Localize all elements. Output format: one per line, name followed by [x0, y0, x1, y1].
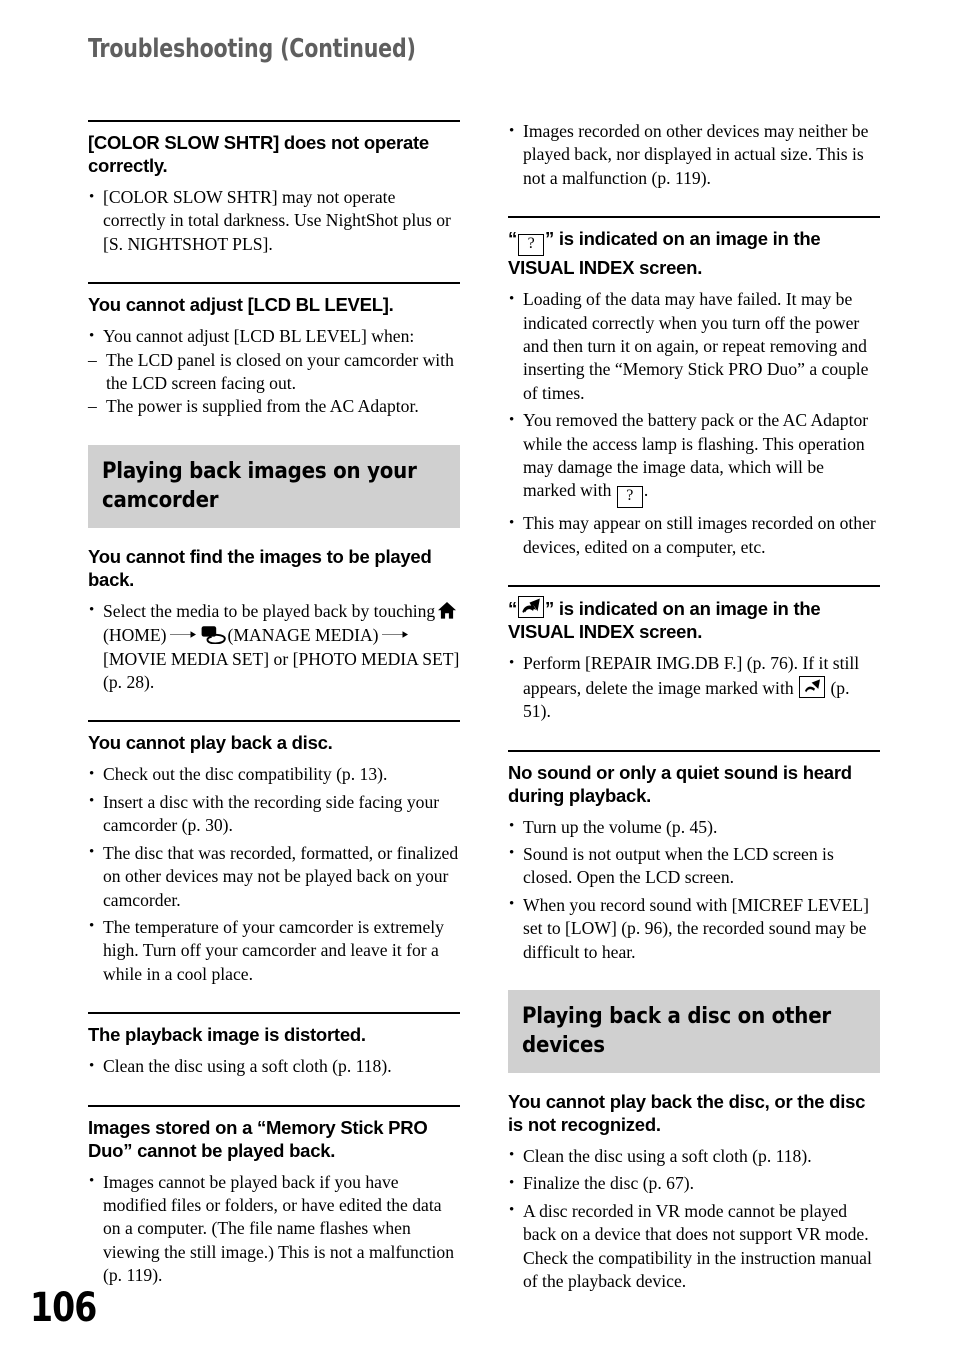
bullet-pre-text: You removed the battery pack or the AC A… — [523, 410, 869, 501]
question-heading: You cannot play back a disc. — [88, 732, 333, 754]
section-divider — [88, 1012, 460, 1015]
section-banner-playing-back-disc-other-devices: Playing back a disc on other devices — [508, 989, 880, 1073]
section-cannot-find-images: You cannot find the images to be played … — [88, 545, 460, 695]
list-item: You removed the battery pack or the AC A… — [508, 409, 880, 509]
section-repair-arrow-indicator: “” is indicated on an image in the VISUA… — [508, 585, 880, 723]
page-number: 106 — [30, 1285, 97, 1331]
heading-suffix: ” is indicated on an image in the VISUAL… — [508, 598, 821, 643]
bullet-list: Clean the disc using a soft cloth (p. 11… — [508, 1144, 880, 1294]
section-banner-playing-back-images: Playing back images on your camcorder — [88, 444, 460, 528]
list-item: [COLOR SLOW SHTR] may not operate correc… — [88, 185, 460, 256]
section-divider — [508, 749, 880, 752]
list-item: Turn up the volume (p. 45). — [508, 815, 880, 839]
question-heading: No sound or only a quiet sound is heard … — [508, 761, 852, 806]
bullet-list: You cannot adjust [LCD BL LEVEL] when: — [88, 325, 460, 349]
list-item: Images recorded on other devices may nei… — [508, 119, 880, 190]
list-item: This may appear on still images recorded… — [508, 512, 880, 559]
list-item: The LCD panel is closed on your camcorde… — [88, 349, 460, 396]
question-mark-glyph: ? — [527, 235, 535, 253]
list-item: Select the media to be played back by to… — [88, 599, 460, 695]
bullet-list: Images cannot be played back if you have… — [88, 1170, 460, 1288]
list-item: Clean the disc using a soft cloth (p. 11… — [88, 1055, 460, 1079]
section-divider — [508, 216, 880, 219]
list-item: The power is supplied from the AC Adapto… — [88, 395, 460, 419]
bullet-list: Images recorded on other devices may nei… — [508, 119, 880, 190]
bullet-list: Clean the disc using a soft cloth (p. 11… — [88, 1055, 460, 1079]
home-icon — [437, 601, 457, 620]
list-item: The disc that was recorded, formatted, o… — [88, 841, 460, 912]
list-item: Finalize the disc (p. 67). — [508, 1172, 880, 1196]
question-heading: “?” is indicated on an image in the VISU… — [508, 227, 880, 279]
section-playback-image-distorted: The playback image is distorted. Clean t… — [88, 1012, 460, 1078]
section-cannot-play-disc-other-devices: You cannot play back the disc, or the di… — [508, 1090, 880, 1293]
list-item: Loading of the data may have failed. It … — [508, 288, 880, 405]
bullet-list: [COLOR SLOW SHTR] may not operate correc… — [88, 185, 460, 256]
list-item: When you record sound with [MICREF LEVEL… — [508, 893, 880, 964]
question-box-icon: ? — [518, 234, 544, 257]
bullet-post-text: . — [643, 480, 649, 501]
question-box-icon: ? — [616, 486, 643, 509]
arrow-right-icon — [381, 623, 408, 646]
question-heading: You cannot adjust [LCD BL LEVEL]. — [88, 294, 394, 316]
list-item: A disc recorded in VR mode cannot be pla… — [508, 1199, 880, 1294]
question-heading: You cannot find the images to be played … — [88, 545, 432, 590]
list-item: Perform [REPAIR IMG.DB F.] (p. 76). If i… — [508, 652, 880, 723]
question-heading: You cannot play back the disc, or the di… — [508, 1090, 866, 1135]
arrow-right-icon — [169, 623, 196, 646]
dash-list: The LCD panel is closed on your camcorde… — [88, 349, 460, 420]
bullet-list: Select the media to be played back by to… — [88, 599, 460, 695]
question-mark-glyph: ? — [626, 487, 634, 505]
bullet-list: Turn up the volume (p. 45). Sound is not… — [508, 815, 880, 964]
bullet-list: Perform [REPAIR IMG.DB F.] (p. 76). If i… — [508, 652, 880, 723]
right-column: Images recorded on other devices may nei… — [508, 119, 880, 1293]
bullet-post-text: [MOVIE MEDIA SET] or [PHOTO MEDIA SET] (… — [103, 648, 460, 693]
bullet-list: Loading of the data may have failed. It … — [508, 288, 880, 559]
section-question-mark-indicator: “?” is indicated on an image in the VISU… — [508, 216, 880, 559]
bullet-pre-text: Select the media to be played back by to… — [103, 600, 436, 621]
home-label: (HOME) — [103, 625, 167, 646]
manage-media-icon — [201, 625, 226, 645]
section-divider — [88, 1104, 460, 1107]
repair-arrow-box-icon — [518, 596, 544, 619]
section-continued-bullets: Images recorded on other devices may nei… — [508, 119, 880, 190]
section-divider — [88, 720, 460, 723]
heading-quote-open: “ — [508, 228, 517, 250]
list-item: Images cannot be played back if you have… — [88, 1170, 460, 1288]
page-title: Troubleshooting (Continued) — [88, 34, 416, 64]
section-divider — [508, 585, 880, 588]
repair-arrow-box-icon — [799, 675, 826, 698]
list-item: The temperature of your camcorder is ext… — [88, 915, 460, 986]
left-column: [COLOR SLOW SHTR] does not operate corre… — [88, 120, 460, 1288]
section-memory-stick-images: Images stored on a “Memory Stick PRO Duo… — [88, 1104, 460, 1288]
list-item: Clean the disc using a soft cloth (p. 11… — [508, 1144, 880, 1168]
bullet-list: Check out the disc compatibility (p. 13)… — [88, 763, 460, 986]
question-heading: The playback image is distorted. — [88, 1024, 366, 1046]
heading-suffix: ” is indicated on an image in the VISUAL… — [508, 228, 821, 279]
question-heading: “” is indicated on an image in the VISUA… — [508, 596, 880, 643]
manage-media-label: (MANAGE MEDIA) — [227, 625, 379, 646]
section-divider — [88, 120, 460, 122]
section-no-sound: No sound or only a quiet sound is heard … — [508, 749, 880, 964]
heading-quote-open: “ — [508, 598, 517, 620]
section-cannot-play-disc: You cannot play back a disc. Check out t… — [88, 720, 460, 986]
question-heading: Images stored on a “Memory Stick PRO Duo… — [88, 1116, 428, 1161]
list-item: You cannot adjust [LCD BL LEVEL] when: — [88, 325, 460, 349]
list-item: Sound is not output when the LCD screen … — [508, 842, 880, 890]
section-color-slow-shtr: [COLOR SLOW SHTR] does not operate corre… — [88, 120, 460, 256]
list-item: Insert a disc with the recording side fa… — [88, 790, 460, 838]
section-lcd-bl-level: You cannot adjust [LCD BL LEVEL]. You ca… — [88, 282, 460, 419]
question-heading: [COLOR SLOW SHTR] does not operate corre… — [88, 132, 429, 176]
section-divider — [88, 282, 460, 285]
list-item: Check out the disc compatibility (p. 13)… — [88, 763, 460, 787]
